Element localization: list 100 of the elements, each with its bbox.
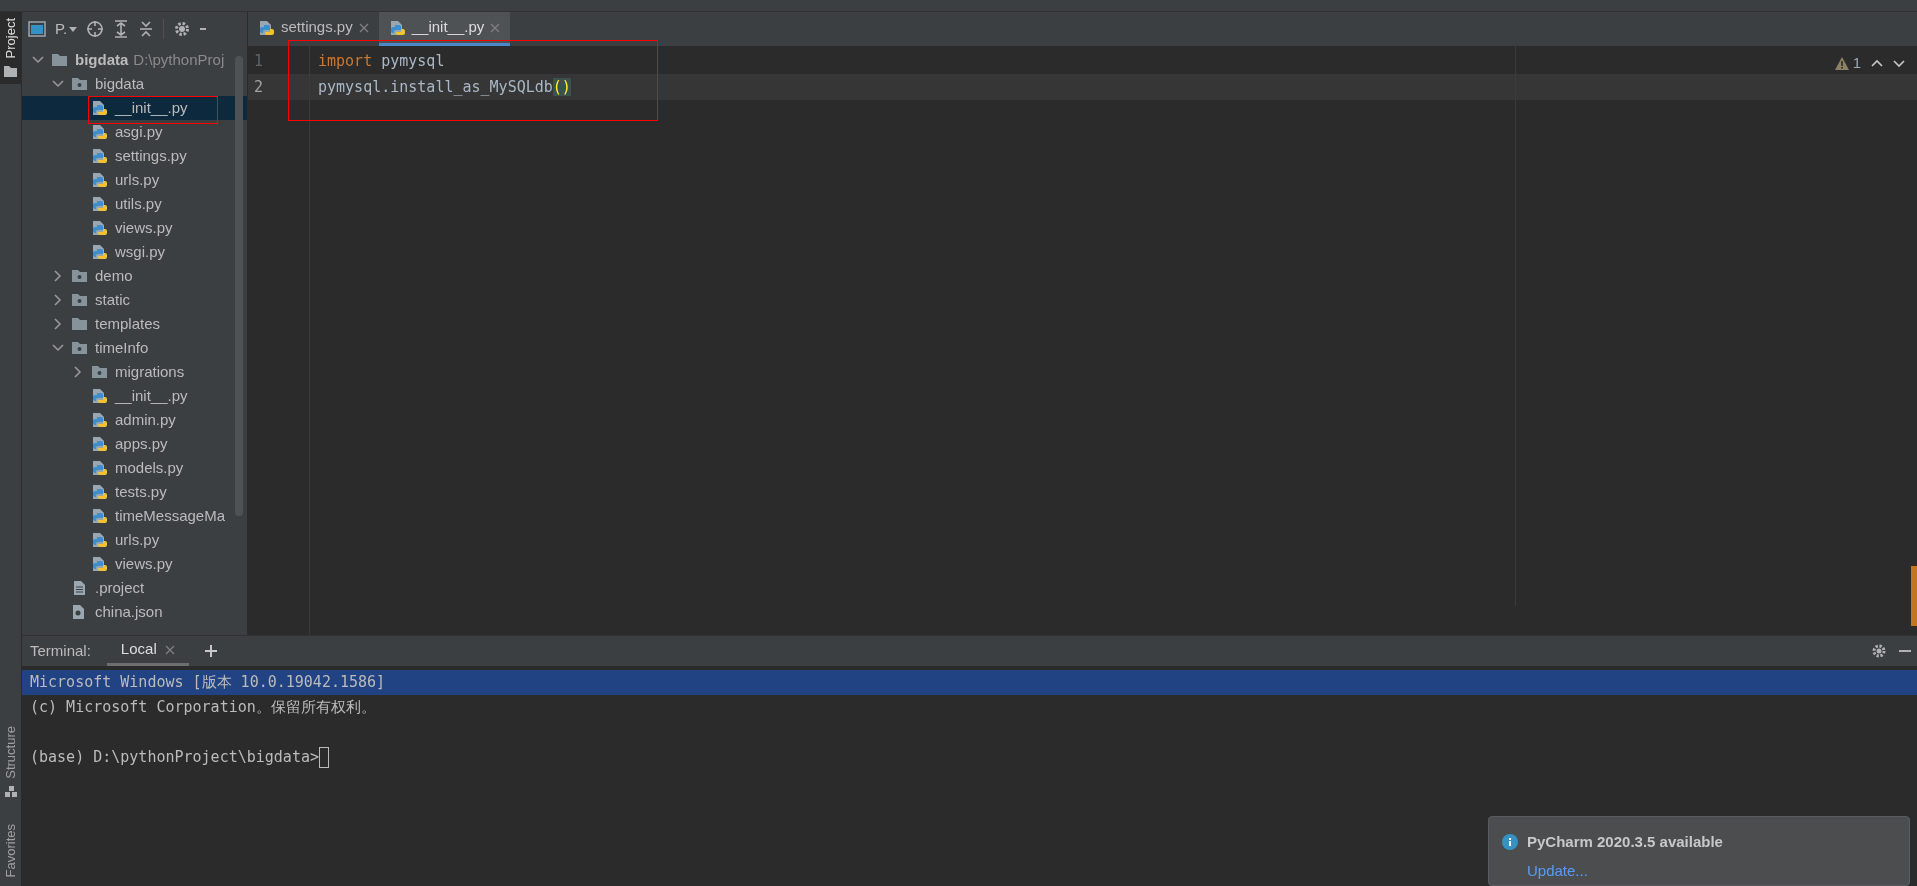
tree-item[interactable]: timeMessageMa — [22, 504, 247, 528]
python-file-icon — [91, 196, 108, 212]
tree-label: migrations — [115, 361, 185, 382]
tree-label: .project — [95, 577, 145, 598]
info-icon — [1502, 834, 1518, 851]
python-file-icon — [91, 148, 108, 164]
code-line: import pymysql — [318, 52, 445, 70]
tree-label: apps.py — [115, 433, 168, 454]
tree-item[interactable]: bigdata D:\pythonProj — [22, 48, 247, 72]
tree-item[interactable]: urls.py — [22, 168, 247, 192]
side-tab[interactable]: Project — [0, 12, 21, 85]
python-file-icon — [91, 220, 108, 236]
tree-item[interactable]: models.py — [22, 456, 247, 480]
tree-label: templates — [95, 313, 161, 334]
chevron-right-icon — [52, 270, 64, 282]
tree-label: timeMessageMa — [115, 505, 226, 526]
terminal-title: Terminal: — [30, 641, 91, 661]
chevron-down-icon — [52, 78, 64, 90]
terminal-tab[interactable]: Local — [106, 636, 189, 666]
scrollbar-thumb[interactable] — [235, 56, 243, 516]
python-file-icon — [91, 508, 108, 524]
add-icon[interactable] — [204, 645, 217, 657]
chevron-down-icon — [52, 342, 64, 354]
python-file-icon — [91, 532, 108, 548]
line-number: 1 — [253, 51, 265, 72]
locate-icon[interactable] — [86, 20, 105, 38]
settings-icon[interactable] — [1871, 643, 1887, 659]
terminal-prompt: (base) D:\pythonProject\bigdata> — [30, 747, 319, 768]
warning-count: 1 — [1852, 53, 1861, 73]
python-file-icon — [91, 436, 108, 452]
tree-item[interactable]: .project — [22, 576, 247, 600]
tree-label: china.json — [95, 601, 163, 622]
python-file-icon — [91, 124, 108, 140]
tree-item[interactable]: static — [22, 288, 247, 312]
editor-tab[interactable]: __init__.py — [378, 12, 511, 46]
package-folder-icon — [71, 268, 88, 284]
python-file-icon — [388, 19, 406, 36]
python-file-icon — [91, 244, 108, 260]
error-stripe-mark — [1911, 566, 1917, 626]
tree-item[interactable]: wsgi.py — [22, 240, 247, 264]
tree-item[interactable]: views.py — [22, 216, 247, 240]
tree-item[interactable]: __init__.py — [22, 384, 247, 408]
view-selector-dropdown[interactable]: P. — [55, 17, 78, 41]
project-view-icon[interactable] — [28, 21, 46, 37]
tree-label: wsgi.py — [115, 241, 166, 262]
line-number: 2 — [248, 74, 309, 100]
update-link[interactable]: Update... — [1527, 859, 1896, 882]
tree-label: asgi.py — [115, 121, 163, 142]
tree-label: urls.py — [115, 529, 160, 550]
tree-label: demo — [95, 265, 133, 286]
tree-item[interactable]: bigdata — [22, 72, 247, 96]
package-folder-icon — [71, 76, 88, 92]
python-file-icon — [91, 388, 108, 404]
tree-label: urls.py — [115, 169, 160, 190]
close-icon — [358, 22, 369, 33]
tree-item[interactable]: views.py — [22, 552, 247, 576]
tree-label: views.py — [115, 553, 173, 574]
tree-item[interactable]: apps.py — [22, 432, 247, 456]
collapse-all-icon[interactable] — [138, 20, 155, 38]
side-tab[interactable]: Structure — [0, 720, 21, 804]
side-tab[interactable]: Favorites — [0, 818, 21, 884]
tree-label: bigdata — [75, 49, 129, 70]
text-file-icon — [71, 580, 88, 596]
close-icon — [490, 22, 501, 33]
python-file-icon — [91, 412, 108, 428]
tree-item[interactable]: urls.py — [22, 528, 247, 552]
package-folder-icon — [71, 292, 88, 308]
settings-icon[interactable] — [173, 20, 192, 38]
chevron-right-icon — [52, 294, 64, 306]
next-icon — [1893, 58, 1905, 68]
notification-title: PyCharm 2020.3.5 available — [1527, 832, 1723, 852]
package-folder-icon — [91, 364, 108, 380]
path-label: D:\pythonProj — [133, 49, 225, 70]
python-file-icon — [258, 19, 275, 36]
expand-all-icon[interactable] — [113, 20, 130, 38]
tree-item[interactable]: timeInfo — [22, 336, 247, 360]
chevron-right-icon — [52, 318, 64, 330]
tree-item[interactable]: __init__.py — [22, 96, 247, 120]
python-file-icon — [91, 460, 108, 476]
python-file-icon — [91, 100, 108, 116]
tree-item[interactable]: settings.py — [22, 144, 247, 168]
tree-item[interactable]: tests.py — [22, 480, 247, 504]
python-file-icon — [91, 172, 108, 188]
tree-label: admin.py — [115, 409, 176, 430]
code-line: pymysql.install_as_MySQLdb() — [318, 78, 571, 96]
tree-item[interactable]: utils.py — [22, 192, 247, 216]
folder-icon — [71, 316, 88, 332]
package-folder-icon — [71, 340, 88, 356]
tree-item[interactable]: demo — [22, 264, 247, 288]
chevron-right-icon — [72, 366, 84, 378]
tree-item[interactable]: admin.py — [22, 408, 247, 432]
caret-icon — [69, 26, 78, 32]
tree-label: utils.py — [115, 193, 162, 214]
tree-item[interactable]: migrations — [22, 360, 247, 384]
tree-item[interactable]: templates — [22, 312, 247, 336]
hide-icon[interactable] — [200, 27, 207, 31]
tree-item[interactable]: asgi.py — [22, 120, 247, 144]
tree-item[interactable]: china.json — [22, 600, 247, 624]
editor-tab[interactable]: settings.py — [248, 12, 379, 46]
tree-label: models.py — [115, 457, 184, 478]
